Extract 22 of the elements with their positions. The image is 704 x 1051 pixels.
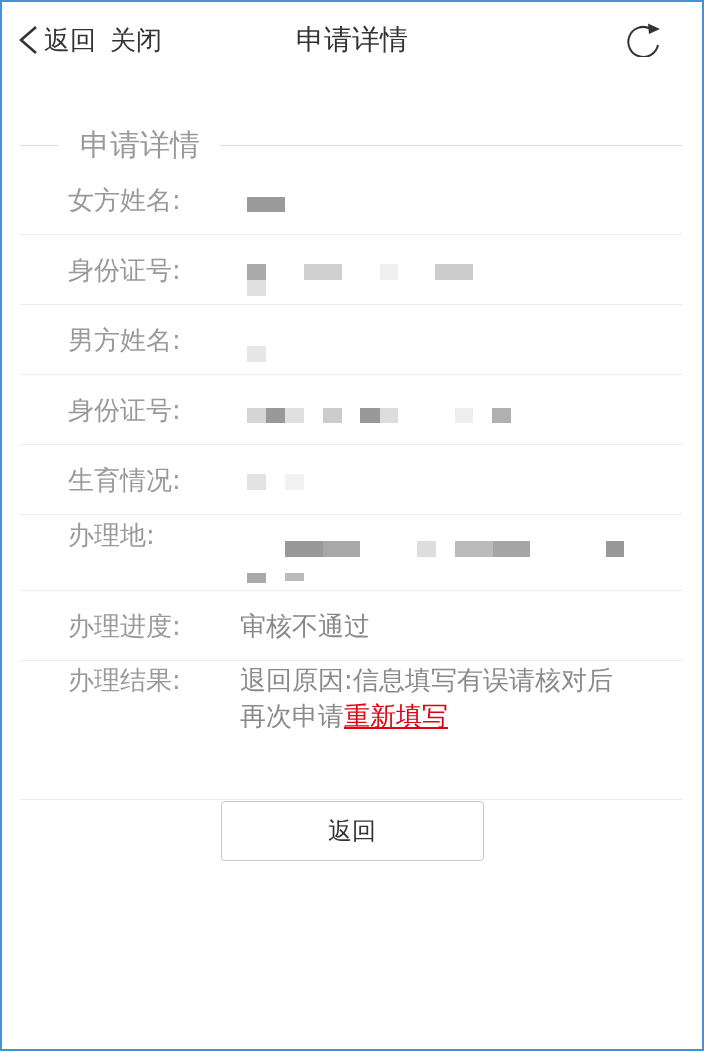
field-label: 男方姓名: [68, 327, 181, 353]
refresh-button[interactable] [625, 23, 662, 57]
field-value: 审核不通过 [240, 613, 370, 639]
close-button[interactable]: 关闭 [110, 25, 162, 55]
pixelated-value-drawing [247, 197, 285, 212]
field-label: 生育情况: [68, 467, 181, 493]
pixelated-value-drawing [247, 346, 266, 362]
section-title: 申请详情 [80, 127, 200, 163]
refill-link[interactable]: 重新填写 [344, 701, 448, 731]
chevron-left-icon [18, 26, 38, 54]
result-text: 退回原因:信息填写有误请核对后再次申请重新填写 [240, 664, 614, 733]
refresh-icon [625, 23, 662, 57]
field-label: 办理进度: [68, 613, 181, 639]
field-label: 身份证号: [68, 257, 181, 283]
pixelated-value-drawing [247, 474, 304, 490]
field-label: 女方姓名: [68, 187, 181, 213]
field-label: 身份证号: [68, 397, 181, 423]
field-label: 办理结果: [68, 664, 181, 697]
page-title: 申请详情 [296, 24, 408, 56]
return-button[interactable]: 返回 [220, 801, 484, 861]
field-label: 办理地: [68, 522, 155, 548]
back-button[interactable]: 返回 [18, 25, 96, 55]
